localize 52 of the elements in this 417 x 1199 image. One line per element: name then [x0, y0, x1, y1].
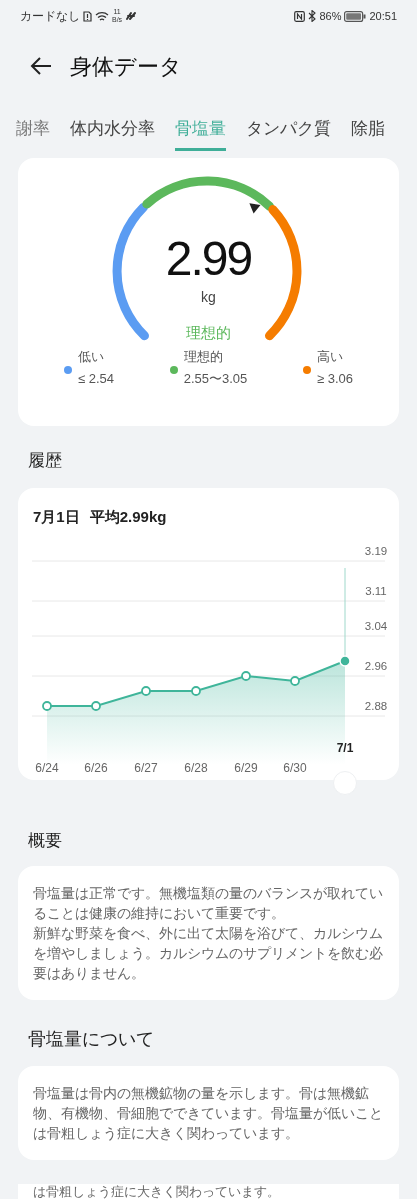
data-point[interactable]	[141, 686, 151, 696]
tab[interactable]: 体内水分率	[70, 116, 155, 151]
tab[interactable]: 除脂	[351, 116, 385, 151]
page-title: 身体データ	[70, 52, 182, 81]
y-axis-label: 3.04	[364, 620, 388, 632]
data-point[interactable]	[91, 701, 101, 711]
battery-percent: 86%	[319, 8, 342, 24]
wifi-icon	[95, 10, 109, 22]
carrier-text: カードなし	[20, 8, 80, 25]
y-axis-label: 2.96	[364, 660, 388, 672]
legend-range: 2.55〜3.05	[183, 370, 248, 388]
unit-text: kg	[201, 288, 216, 307]
link-icon	[125, 11, 138, 21]
legend-range: ≥ 3.06	[316, 370, 353, 388]
clock-time: 20:51	[369, 8, 397, 24]
sim-alert-icon	[83, 10, 92, 22]
tab[interactable]: 謝率	[16, 116, 50, 151]
legend-label: 低い	[78, 348, 105, 366]
bluetooth-icon	[308, 10, 317, 22]
battery-icon	[344, 10, 367, 22]
summary-paragraph: 骨塩量は正常です。無機塩類の量のバランスが取れていることは健康の維持において重要です。	[33, 884, 384, 923]
data-point[interactable]	[191, 686, 201, 696]
x-axis-label: 6/27	[134, 761, 158, 775]
tab[interactable]: タンパク質	[246, 116, 331, 151]
x-axis-label: 6/30	[283, 761, 307, 775]
section-heading: 骨塩量について	[28, 1028, 154, 1051]
status-text: 理想的	[186, 323, 231, 343]
y-axis-label: 2.88	[364, 700, 388, 712]
legend-range: ≤ 2.54	[78, 370, 115, 388]
x-axis-label: 6/29	[234, 761, 258, 775]
average-text: 平均2.99kg	[89, 507, 167, 527]
data-point[interactable]	[241, 671, 251, 681]
section-heading: 概要	[28, 830, 62, 852]
legend-label: 理想的	[183, 348, 224, 366]
y-axis-label: 3.11	[365, 585, 387, 597]
date-text: 7月1日	[33, 507, 80, 527]
x-axis-label: 6/28	[184, 761, 208, 775]
y-axis-label: 3.19	[364, 545, 388, 557]
back-arrow-icon	[29, 56, 53, 76]
legend-label: 高い	[316, 348, 344, 366]
x-axis-label: 6/24	[35, 761, 59, 775]
section-heading: 履歴	[28, 450, 62, 472]
nfc-icon	[294, 10, 306, 22]
data-point[interactable]	[42, 701, 52, 711]
summary-paragraph: 新鮮な野菜を食べ、外に出て太陽を浴びて、カルシウムを増やしましょう。カルシウムのサプリメントを飲む必要はありません。	[33, 924, 384, 983]
about-text: 骨塩量は骨内の無機鉱物の量を示します。骨は無機鉱物、有機物、骨細胞でできています。骨塩量が低いことは骨粗しょう症に大きく関わっています。	[33, 1084, 384, 1143]
data-point[interactable]	[290, 676, 300, 686]
overflow-text: は骨粗しょう症に大きく関わっています。	[33, 1184, 280, 1199]
x-axis-label: 7/1	[336, 741, 354, 755]
pointer-icon	[249, 203, 261, 214]
value-text: 2.99	[165, 233, 252, 285]
x-axis-label: 6/26	[84, 761, 108, 775]
